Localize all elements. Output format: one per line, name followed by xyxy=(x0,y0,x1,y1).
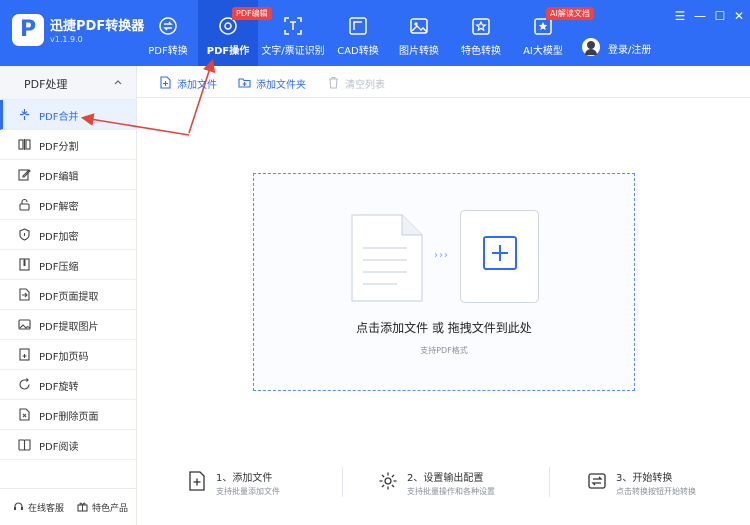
sidebar-item-label: PDF编辑 xyxy=(39,172,79,183)
sidebar-item-pdf-extract-image[interactable]: PDF提取图片 xyxy=(0,310,136,340)
sidebar-item-pdf-split[interactable]: PDF分割 xyxy=(0,130,136,160)
gift-icon xyxy=(77,502,88,512)
sidebar-item-pdf-decrypt[interactable]: PDF解密 xyxy=(0,190,136,220)
tab-label: 图片转换 xyxy=(399,46,439,57)
sidebar-item-label: PDF旋转 xyxy=(39,382,79,393)
image-icon xyxy=(410,18,428,34)
extract-image-icon xyxy=(18,319,31,330)
merge-icon xyxy=(20,109,29,120)
sidebar-item-label: PDF分割 xyxy=(39,142,79,153)
sidebar-item-pdf-read[interactable]: PDF阅读 xyxy=(0,430,136,460)
close-button[interactable]: ✕ xyxy=(731,8,747,24)
tab-featured-convert[interactable]: 特色转换 xyxy=(452,0,510,66)
add-folder-icon xyxy=(238,78,251,88)
chevron-up-icon xyxy=(114,80,122,85)
sidebar-item-label: PDF解密 xyxy=(39,202,79,213)
sidebar-header[interactable]: PDF处理 xyxy=(0,66,136,100)
sidebar-item-pdf-rotate[interactable]: PDF旋转 xyxy=(0,370,136,400)
delete-page-icon xyxy=(19,408,30,421)
sidebar-item-label: PDF压缩 xyxy=(39,262,79,273)
sidebar-item-pdf-encrypt[interactable]: PDF加密 xyxy=(0,220,136,250)
toolbar: 添加文件 添加文件夹 清空列表 xyxy=(137,66,750,98)
ai-doc-badge: AI解读文档 xyxy=(546,7,594,20)
tab-label: PDF转换 xyxy=(148,46,188,57)
sidebar-item-pdf-edit[interactable]: PDF编辑 xyxy=(0,160,136,190)
sidebar-item-label: PDF删除页面 xyxy=(39,412,99,423)
app-name: 迅捷PDF转换器 xyxy=(50,19,145,34)
tab-label: CAD转换 xyxy=(337,46,379,57)
page-number-icon xyxy=(19,348,30,361)
add-box xyxy=(460,210,539,303)
edit-icon xyxy=(18,169,31,181)
file-drop-zone[interactable]: ››› 点击添加文件 或 拖拽文件到此处 支持PDF格式 xyxy=(253,173,635,391)
drop-zone-title: 点击添加文件 或 拖拽文件到此处 xyxy=(356,321,532,335)
compress-icon xyxy=(19,258,30,271)
sidebar-item-pdf-merge[interactable]: PDF合并 xyxy=(0,100,136,130)
step-divider xyxy=(549,467,550,497)
tab-label: PDF操作 xyxy=(206,46,250,57)
step-title: 1、添加文件 xyxy=(216,473,273,484)
step-divider xyxy=(342,467,343,497)
add-file-label: 添加文件 xyxy=(177,80,217,91)
top-bar: P 迅捷PDF转换器 v1.1.9.0 PDF转换 PDF操作 PDF编辑 文字… xyxy=(0,0,750,66)
headset-icon xyxy=(14,502,23,510)
step-title: 3、开始转换 xyxy=(616,473,673,484)
ocr-icon xyxy=(284,17,302,35)
split-icon xyxy=(18,139,31,150)
convert-icon xyxy=(159,17,177,35)
tab-label: 特色转换 xyxy=(461,46,501,57)
app-version: v1.1.9.0 xyxy=(50,35,83,44)
sidebar-item-pdf-delete-page[interactable]: PDF删除页面 xyxy=(0,400,136,430)
sidebar-item-pdf-compress[interactable]: PDF压缩 xyxy=(0,250,136,280)
arrows-indicator: ››› xyxy=(434,250,449,261)
sidebar-item-label: PDF提取图片 xyxy=(39,322,99,333)
app-logo: P xyxy=(12,14,44,46)
add-file-icon xyxy=(189,471,205,491)
step-desc: 点击转换按钮开始转换 xyxy=(616,487,696,496)
convert-start-icon xyxy=(588,473,606,489)
menu-button[interactable]: ☰ xyxy=(672,8,688,24)
tab-image-convert[interactable]: 图片转换 xyxy=(390,0,448,66)
rotate-icon xyxy=(19,378,30,390)
sidebar-item-label: PDF加页码 xyxy=(39,352,89,363)
tab-cad-convert[interactable]: CAD转换 xyxy=(330,0,386,66)
settings-gear-icon xyxy=(379,472,397,490)
add-folder-label: 添加文件夹 xyxy=(256,80,306,91)
app-logo-letter: P xyxy=(20,17,37,42)
sidebar-item-label: PDF页面提取 xyxy=(39,292,99,303)
sidebar-header-title: PDF处理 xyxy=(24,78,68,91)
step-title: 2、设置输出配置 xyxy=(407,473,484,484)
tab-label: AI大模型 xyxy=(523,46,563,57)
sidebar-item-label: PDF加密 xyxy=(39,232,79,243)
sidebar-item-pdf-page-extract[interactable]: PDF页面提取 xyxy=(0,280,136,310)
add-file-icon xyxy=(160,76,171,89)
cad-icon xyxy=(349,17,367,35)
step-desc: 支持批量操作和各种设置 xyxy=(407,487,495,496)
tab-pdf-convert[interactable]: PDF转换 xyxy=(138,0,198,66)
login-label: 登录/注册 xyxy=(608,45,652,56)
document-icon xyxy=(351,214,423,302)
sidebar-footer: 在线客服 特色产品 xyxy=(0,488,136,525)
clear-list-label: 清空列表 xyxy=(345,80,385,91)
sidebar-item-pdf-page-number[interactable]: PDF加页码 xyxy=(0,340,136,370)
plus-icon xyxy=(483,236,517,270)
maximize-button[interactable]: ☐ xyxy=(712,8,728,24)
star-icon xyxy=(472,18,490,35)
shield-icon xyxy=(19,228,30,241)
unlock-icon xyxy=(19,198,30,211)
trash-icon xyxy=(329,76,338,89)
minimize-button[interactable]: — xyxy=(692,8,708,24)
page-extract-icon xyxy=(19,288,30,301)
sidebar-item-label: PDF阅读 xyxy=(39,442,79,453)
sidebar: PDF处理 PDF合并 PDF分割 PDF编辑 PDF解密 PDF加密 PDF压… xyxy=(0,66,137,525)
avatar xyxy=(582,38,600,56)
tab-ocr[interactable]: 文字/票证识别 xyxy=(258,0,328,66)
tab-label: 文字/票证识别 xyxy=(261,46,325,57)
online-service-label: 在线客服 xyxy=(28,504,65,514)
drop-zone-subtitle: 支持PDF格式 xyxy=(420,346,468,355)
read-icon xyxy=(18,439,31,451)
featured-products-label: 特色产品 xyxy=(92,504,129,514)
step-desc: 支持批量添加文件 xyxy=(216,487,280,496)
sidebar-item-label: PDF合并 xyxy=(39,112,79,123)
